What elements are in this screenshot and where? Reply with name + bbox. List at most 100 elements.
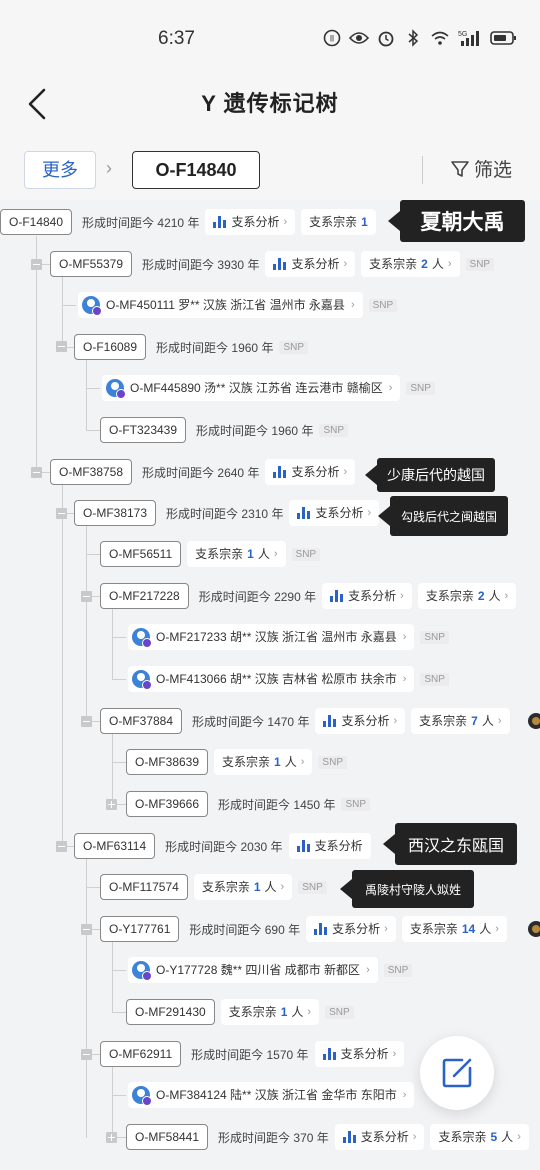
clan-button[interactable]: 支系宗亲 2 人 › bbox=[417, 583, 517, 609]
current-haplogroup[interactable]: O-F14840 bbox=[132, 151, 260, 189]
node-id[interactable]: O-MF39666 bbox=[126, 791, 209, 817]
node-id[interactable]: O-F16089 bbox=[74, 334, 147, 360]
snp-badge: SNP bbox=[318, 755, 347, 769]
user-avatar-icon[interactable] bbox=[528, 713, 540, 729]
eye-icon bbox=[349, 28, 369, 48]
tree-node: O-MF58441 形成时间距今 370 年 支系分析 › 支系宗亲 5 人 › bbox=[126, 1123, 529, 1151]
bar-chart-icon bbox=[297, 507, 311, 519]
haplogroup-tree: O-F14840 形成时间距今 4210 年 支系分析 › 支系宗亲 1 夏朝大禹 … bbox=[0, 200, 540, 1170]
svg-text:ll: ll bbox=[330, 34, 334, 44]
more-button[interactable]: 更多 bbox=[24, 151, 96, 189]
tree-node: O-MF217228 形成时间距今 2290 年 支系分析 › 支系宗亲 2 人 › bbox=[100, 582, 517, 610]
wifi-icon bbox=[430, 28, 450, 48]
collapse-toggle[interactable] bbox=[56, 841, 67, 852]
node-id[interactable]: O-MF56511 bbox=[100, 541, 182, 567]
collapse-toggle[interactable] bbox=[56, 508, 67, 519]
tree-node: O-MF62911 形成时间距今 1570 年 支系分析 › bbox=[100, 1040, 405, 1068]
branch-analysis-button[interactable]: 支系分析 › bbox=[265, 459, 356, 485]
annotation-label: 禹陵村守陵人姒姓 bbox=[340, 870, 474, 908]
collapse-toggle[interactable] bbox=[56, 341, 67, 352]
bluetooth-icon bbox=[403, 28, 423, 48]
node-id[interactable]: O-MF291430 bbox=[126, 999, 215, 1025]
tree-node: O-MF37884 形成时间距今 1470 年 支系分析 › 支系宗亲 7 人 › bbox=[100, 707, 510, 735]
branch-analysis-button[interactable]: 支系分析 › bbox=[265, 251, 356, 277]
branch-analysis-button[interactable]: 支系分析 › bbox=[322, 583, 412, 609]
user-avatar-icon bbox=[132, 961, 152, 981]
node-id[interactable]: O-MF217228 bbox=[100, 583, 189, 609]
annotation-label: 勾践后代之闽越国 bbox=[378, 496, 508, 536]
sample-button[interactable]: O-Y177728 魏** 四川省 成都市 新都区 › bbox=[128, 957, 378, 983]
node-id[interactable]: O-MF38758 bbox=[50, 459, 133, 485]
branch-analysis-button[interactable]: 支系分析 › bbox=[306, 916, 396, 942]
snp-badge: SNP bbox=[383, 963, 413, 977]
expand-toggle[interactable] bbox=[106, 799, 117, 810]
branch-analysis-button[interactable]: 支系分析 › bbox=[205, 209, 296, 235]
collapse-toggle[interactable] bbox=[81, 716, 92, 727]
clan-button[interactable]: 支系宗亲 1 人 › bbox=[193, 874, 293, 900]
formation-age: 形成时间距今 1470 年 bbox=[192, 714, 310, 729]
tree-node: O-MF56511 支系宗亲 1 人 › SNP bbox=[100, 540, 321, 568]
annotation-label: 夏朝大禹 bbox=[388, 200, 525, 242]
collapse-toggle[interactable] bbox=[81, 924, 92, 935]
formation-age: 形成时间距今 4210 年 bbox=[82, 215, 200, 230]
bar-chart-icon bbox=[273, 258, 287, 270]
filter-button[interactable]: 筛选 bbox=[450, 155, 512, 182]
node-id[interactable]: O-MF38639 bbox=[126, 749, 209, 775]
clan-button[interactable]: 支系宗亲 7 人 › bbox=[411, 708, 510, 734]
page-title: Y 遗传标记树 bbox=[201, 91, 339, 116]
node-id[interactable]: O-MF58441 bbox=[126, 1124, 209, 1150]
bar-chart-icon bbox=[322, 1048, 337, 1060]
signal-icon: 5G bbox=[457, 28, 483, 48]
node-id[interactable]: O-MF38173 bbox=[74, 500, 157, 526]
bar-chart-icon bbox=[273, 466, 287, 478]
node-id[interactable]: O-F14840 bbox=[0, 209, 73, 235]
branch-analysis-button[interactable]: 支系分析 › bbox=[289, 500, 380, 526]
node-id[interactable]: O-FT323439 bbox=[100, 417, 187, 443]
user-avatar-icon bbox=[82, 296, 102, 316]
branch-analysis-button[interactable]: 支系分析 › bbox=[334, 1124, 425, 1150]
node-id[interactable]: O-Y177761 bbox=[100, 916, 180, 942]
node-id[interactable]: O-MF117574 bbox=[100, 874, 188, 900]
sample-button[interactable]: O-MF413066 胡** 汉族 吉林省 松原市 扶余市 › bbox=[128, 666, 415, 692]
snp-badge: SNP bbox=[420, 630, 449, 644]
user-avatar-icon bbox=[132, 1086, 152, 1106]
branch-analysis-button[interactable]: 支系分析 bbox=[288, 833, 371, 859]
alarm-icon bbox=[376, 28, 396, 48]
sample-button[interactable]: O-MF450111 罗** 汉族 浙江省 温州市 永嘉县 › bbox=[78, 292, 363, 318]
collapse-toggle[interactable] bbox=[31, 259, 42, 270]
header: Y 遗传标记树 bbox=[0, 80, 540, 140]
formation-age: 形成时间距今 2640 年 bbox=[142, 465, 260, 480]
clan-button[interactable]: 支系宗亲 1 人 › bbox=[187, 541, 286, 567]
node-id[interactable]: O-MF55379 bbox=[50, 251, 133, 277]
branch-analysis-button[interactable]: 支系分析 › bbox=[315, 708, 406, 734]
node-id[interactable]: O-MF37884 bbox=[100, 708, 183, 734]
collapse-toggle[interactable] bbox=[81, 1049, 92, 1060]
clan-button[interactable]: 支系宗亲 1 bbox=[301, 209, 376, 235]
clan-button[interactable]: 支系宗亲 2 人 › bbox=[361, 251, 460, 277]
formation-age: 形成时间距今 2290 年 bbox=[198, 589, 317, 604]
bar-chart-icon bbox=[323, 715, 337, 727]
sample-button[interactable]: O-MF445890 汤** 汉族 江苏省 连云港市 赣榆区 › bbox=[102, 375, 401, 401]
tree-node: O-MF63114 形成时间距今 2030 年 支系分析 bbox=[74, 832, 371, 860]
clan-button[interactable]: 支系宗亲 1 人 › bbox=[214, 749, 313, 775]
tree-node: O-MF38758 形成时间距今 2640 年 支系分析 › bbox=[50, 458, 356, 486]
collapse-toggle[interactable] bbox=[31, 467, 42, 478]
clan-button[interactable]: 支系宗亲 5 人 › bbox=[430, 1124, 529, 1150]
node-id[interactable]: O-MF62911 bbox=[100, 1041, 182, 1067]
formation-age: 形成时间距今 690 年 bbox=[189, 922, 301, 937]
edit-icon bbox=[442, 1058, 472, 1088]
user-avatar-icon[interactable] bbox=[528, 921, 540, 937]
edit-fab-button[interactable] bbox=[420, 1036, 494, 1110]
tree-node: O-MF38173 形成时间距今 2310 年 支系分析 › bbox=[74, 499, 380, 527]
collapse-toggle[interactable] bbox=[81, 591, 92, 602]
clan-button[interactable]: 支系宗亲 1 人 › bbox=[220, 999, 320, 1025]
bar-chart-icon bbox=[314, 923, 328, 935]
node-id[interactable]: O-MF63114 bbox=[74, 833, 156, 859]
sample-button[interactable]: O-MF217233 胡** 汉族 浙江省 温州市 永嘉县 › bbox=[128, 624, 415, 650]
annotation-label: 少康后代的越国 bbox=[365, 458, 495, 492]
sample-button[interactable]: O-MF384124 陆** 汉族 浙江省 金华市 东阳市 › bbox=[128, 1082, 415, 1108]
clan-button[interactable]: 支系宗亲 14 人 › bbox=[401, 916, 507, 942]
expand-toggle[interactable] bbox=[106, 1132, 117, 1143]
tree-node: O-MF217233 胡** 汉族 浙江省 温州市 永嘉县 › SNP bbox=[128, 623, 449, 651]
branch-analysis-button[interactable]: 支系分析 › bbox=[314, 1041, 405, 1067]
